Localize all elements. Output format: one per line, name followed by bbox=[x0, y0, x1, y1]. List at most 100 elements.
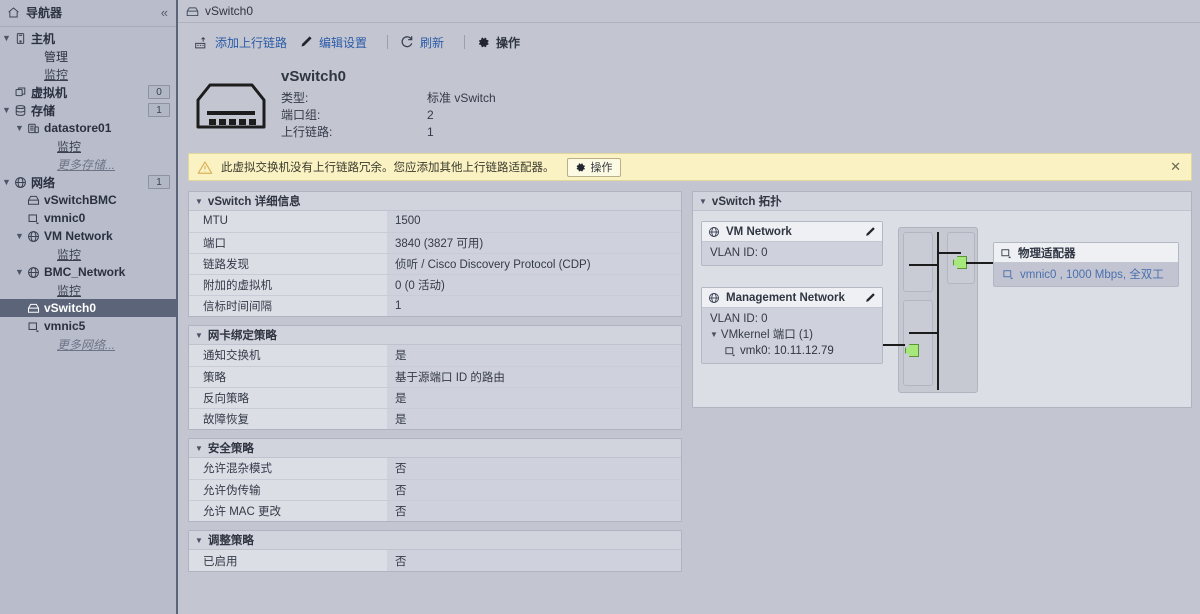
sidebar-item-vmnic0[interactable]: vmnic0 bbox=[0, 209, 176, 227]
table-row: 允许伪传输否 bbox=[189, 479, 681, 500]
vlan-id: VLAN ID: 0 bbox=[710, 313, 768, 325]
physical-adapter-header: 物理适配器 bbox=[994, 243, 1178, 263]
add-uplink-label: 添加上行链路 bbox=[215, 35, 288, 50]
edit-settings-label: 编辑设置 bbox=[319, 35, 368, 50]
property-value: 1500 bbox=[387, 211, 681, 232]
sidebar-item-vm-network[interactable]: ▼ VM Network bbox=[0, 227, 176, 245]
refresh-button[interactable]: 刷新 bbox=[398, 32, 454, 53]
toolbar: 添加上行链路 编辑设置 刷新 操作 bbox=[178, 28, 1200, 56]
chevron-down-icon[interactable]: ▼ bbox=[0, 33, 13, 43]
sidebar-item-[interactable]: ▼ 主机 bbox=[0, 29, 176, 47]
table-row: 允许混杂模式否 bbox=[189, 458, 681, 479]
edit-settings-button[interactable]: 编辑设置 bbox=[297, 32, 377, 53]
sidebar-item-[interactable]: ▼ 网络 1 bbox=[0, 173, 176, 191]
edit-portgroup-icon[interactable] bbox=[864, 292, 876, 304]
sidebar-item-label: datastore01 bbox=[44, 121, 112, 135]
portgroup-vm-network[interactable]: VM Network VLAN ID: 0 bbox=[701, 221, 883, 266]
sidebar-item-[interactable]: 监控 bbox=[0, 137, 176, 155]
sidebar-item-[interactable]: 监控 bbox=[0, 65, 176, 83]
property-value: 1 bbox=[387, 295, 681, 316]
sidebar-item-vswitchbmc[interactable]: vSwitchBMC bbox=[0, 191, 176, 209]
nic-icon bbox=[1000, 247, 1012, 259]
property-key: 反向策略 bbox=[189, 387, 387, 408]
sidebar-item-vmnic5[interactable]: vmnic5 bbox=[0, 317, 176, 335]
edit-portgroup-icon[interactable] bbox=[864, 226, 876, 238]
chevron-down-icon[interactable]: ▼ bbox=[13, 123, 26, 133]
switch-kv-value: 1 bbox=[427, 125, 434, 139]
sidebar-item-[interactable]: 监控 bbox=[0, 281, 176, 299]
sidebar-item-vswitch0[interactable]: vSwitch0 bbox=[0, 299, 176, 317]
close-icon[interactable]: ✕ bbox=[1170, 159, 1183, 175]
network-icon bbox=[708, 292, 720, 304]
chevron-down-icon[interactable]: ▼ bbox=[0, 177, 13, 187]
portgroup-management-network[interactable]: Management Network VLAN ID: 0 ▼ VMkernel… bbox=[701, 287, 883, 364]
gear-icon bbox=[477, 36, 490, 49]
property-key: 允许 MAC 更改 bbox=[189, 500, 387, 521]
topology-card: ▼ vSwitch 拓扑 VM Network VLAN ID: 0 Manag… bbox=[692, 191, 1192, 408]
add-uplink-button[interactable]: 添加上行链路 bbox=[192, 32, 297, 53]
sidebar-item-datastore01[interactable]: ▼ datastore01 bbox=[0, 119, 176, 137]
switch-kv-key: 类型: bbox=[281, 91, 309, 105]
sidebar-item-[interactable]: 管理 bbox=[0, 47, 176, 65]
table-row: 附加的虚拟机 0 (0 活动) bbox=[189, 274, 681, 295]
switch-summary: vSwitch0 类型: 标准 vSwitch 端口组: 2 上行链路: 1 bbox=[178, 56, 1200, 141]
sidebar-item-label: vmnic5 bbox=[44, 319, 86, 333]
nic-icon bbox=[26, 320, 41, 333]
card-header[interactable]: ▼ 安全策略 bbox=[189, 439, 681, 458]
breadcrumb-label: vSwitch0 bbox=[205, 4, 254, 18]
property-key: 已启用 bbox=[189, 550, 387, 571]
card-header[interactable]: ▼ 调整策略 bbox=[189, 531, 681, 550]
sidebar-item-label: 虚拟机 bbox=[31, 85, 68, 100]
actions-button[interactable]: 操作 bbox=[475, 32, 530, 53]
sidebar-item-[interactable]: ▼ 存储 1 bbox=[0, 101, 176, 119]
topology-diagram: VM Network VLAN ID: 0 Management Network… bbox=[693, 211, 1191, 407]
sidebar-item-[interactable]: 更多存储... bbox=[0, 155, 176, 173]
table-row: 信标时间间隔 1 bbox=[189, 295, 681, 316]
vmkernel-group[interactable]: ▼ VMkernel 端口 (1) bbox=[710, 327, 876, 343]
chevron-down-icon[interactable]: ▼ bbox=[13, 267, 26, 277]
property-key: 策略 bbox=[189, 366, 387, 387]
physical-adapter-title: 物理适配器 bbox=[1018, 247, 1076, 260]
card-header[interactable]: ▼ vSwitch 拓扑 bbox=[693, 192, 1191, 211]
breadcrumb: vSwitch0 bbox=[178, 0, 1200, 22]
sidebar-item-label: 监控 bbox=[57, 283, 82, 298]
table-row: 已启用否 bbox=[189, 550, 681, 571]
collapse-sidebar-button[interactable]: « bbox=[161, 6, 168, 19]
table-row: 端口 3840 (3827 可用) bbox=[189, 232, 681, 253]
card-title: vSwitch 详细信息 bbox=[207, 196, 301, 208]
sidebar-item-[interactable]: 虚拟机 0 bbox=[0, 83, 176, 101]
property-value: 否 bbox=[387, 458, 681, 479]
property-key: 信标时间间隔 bbox=[189, 295, 387, 316]
property-key: 端口 bbox=[189, 232, 387, 253]
sidebar-item-bmc-network[interactable]: ▼ BMC_Network bbox=[0, 263, 176, 281]
actions-label: 操作 bbox=[496, 35, 521, 50]
card-header[interactable]: ▼ vSwitch 详细信息 bbox=[189, 192, 681, 211]
warning-actions-button[interactable]: 操作 bbox=[566, 157, 621, 177]
pencil-icon bbox=[299, 35, 313, 49]
vswitch-icon bbox=[26, 302, 41, 315]
chevron-down-icon: ▼ bbox=[710, 330, 718, 339]
card-title: 调整策略 bbox=[207, 535, 254, 547]
physical-adapter-row[interactable]: vmnic0 , 1000 Mbps, 全双工 bbox=[994, 263, 1178, 286]
sidebar-item-[interactable]: 监控 bbox=[0, 245, 176, 263]
sidebar-item-[interactable]: 更多网络... bbox=[0, 335, 176, 353]
portgroup-header: VM Network bbox=[702, 222, 882, 242]
nic-icon bbox=[724, 345, 736, 357]
card-header[interactable]: ▼ 网卡绑定策略 bbox=[189, 326, 681, 345]
breadcrumb-divider bbox=[178, 22, 1200, 23]
chevron-down-icon[interactable]: ▼ bbox=[13, 231, 26, 241]
navigator-header: 导航器 « bbox=[0, 0, 176, 24]
switch-kv-row: 类型: 标准 vSwitch bbox=[281, 90, 496, 107]
property-value: 是 bbox=[387, 387, 681, 408]
esxi-host-client: 导航器 « ▼ 主机 管理 监控 虚拟机 0 ▼ 存储 1 ▼ datastore01 监控 更多存储.… bbox=[0, 0, 1200, 614]
vmkernel-entry[interactable]: vmk0: 10.11.12.79 bbox=[710, 343, 876, 359]
network-icon bbox=[13, 176, 28, 189]
chevron-down-icon: ▼ bbox=[195, 443, 203, 453]
sidebar-item-label: 更多存储... bbox=[57, 157, 116, 172]
left-column: ▼ vSwitch 详细信息 MTU 1500 端口 3840 (3827 可用) 链路… bbox=[188, 191, 682, 614]
property-value: 否 bbox=[387, 500, 681, 521]
table-row: MTU 1500 bbox=[189, 211, 681, 232]
chevron-down-icon[interactable]: ▼ bbox=[0, 105, 13, 115]
vm-icon bbox=[13, 86, 28, 99]
physical-adapter-box[interactable]: 物理适配器 vmnic0 , 1000 Mbps, 全双工 bbox=[993, 242, 1179, 287]
